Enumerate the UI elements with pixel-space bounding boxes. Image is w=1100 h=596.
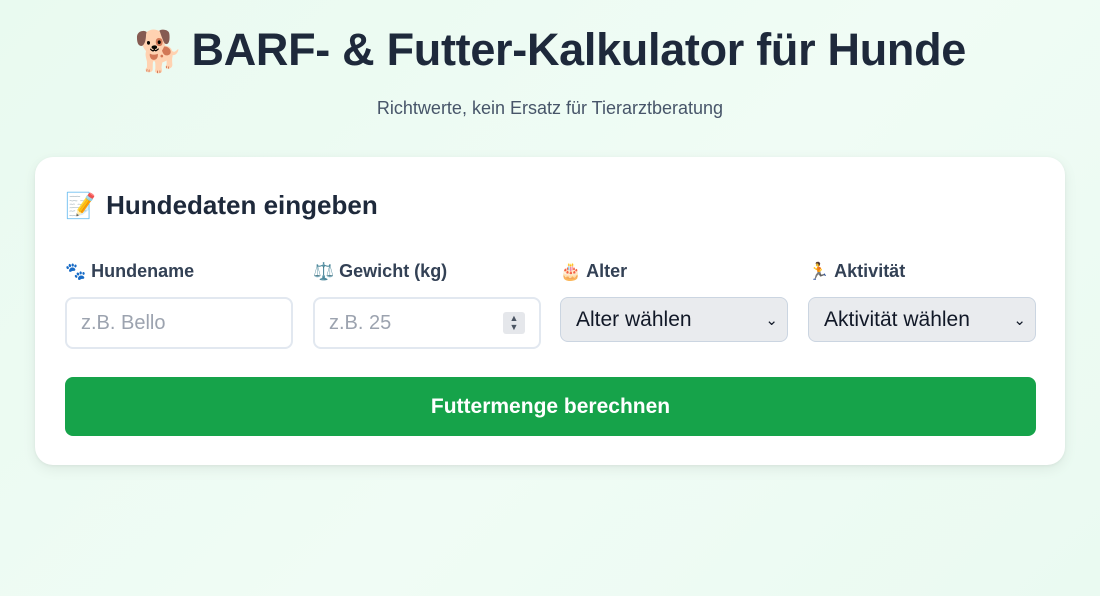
weight-placeholder: z.B. 25 (329, 312, 392, 334)
chevron-down-icon: ⌄ (1013, 312, 1026, 329)
activity-field-group: 🏃 Aktivität Aktivität wählen ⌄ (808, 258, 1036, 342)
page-header: 🐕 BARF- & Futter-Kalkulator für Hunde Ric… (0, 22, 1100, 120)
paw-icon: 🐾 (65, 262, 87, 281)
scale-icon: ⚖️ (313, 262, 335, 281)
card-title: 📝 Hundedaten eingeben (65, 187, 378, 224)
calculate-button[interactable]: Futtermenge berechnen (65, 377, 1036, 436)
page-title: 🐕 BARF- & Futter-Kalkulator für Hunde (0, 22, 1100, 80)
name-field-group: 🐾 Hundename z.B. Bello (65, 258, 293, 349)
card-title-text: Hundedaten eingeben (106, 190, 378, 220)
name-label-text: Hundename (91, 261, 195, 281)
dog-data-card: 📝 Hundedaten eingeben 🐾 Hundename z.B. Bel… (35, 157, 1065, 465)
page-subtitle: Richtwerte, kein Ersatz für Tierarztbera… (376, 98, 724, 118)
page-title-text: BARF- & Futter-Kalkulator für Hunde (191, 24, 967, 75)
age-field-group: 🎂 Alter Alter wählen ⌄ (560, 258, 788, 342)
weight-input[interactable]: z.B. 25 ▲ ▼ (313, 297, 541, 349)
name-input[interactable]: z.B. Bello (65, 297, 293, 349)
weight-field-group: ⚖️ Gewicht (kg) z.B. 25 ▲ ▼ (313, 258, 541, 349)
cake-icon: 🎂 (560, 262, 582, 281)
activity-selected-value: Aktivität wählen (824, 308, 970, 331)
activity-label: 🏃 Aktivität (808, 258, 1036, 284)
name-label: 🐾 Hundename (65, 258, 293, 284)
chevron-down-icon: ⌄ (765, 312, 778, 329)
weight-label-text: Gewicht (kg) (339, 261, 448, 281)
activity-label-text: Aktivität (834, 261, 906, 281)
memo-icon: 📝 (65, 192, 97, 220)
age-label-text: Alter (586, 261, 628, 281)
age-select[interactable]: Alter wählen ⌄ (560, 297, 788, 342)
age-selected-value: Alter wählen (576, 308, 692, 331)
runner-icon: 🏃 (808, 262, 830, 281)
number-spinner-icon[interactable]: ▲ ▼ (503, 312, 525, 334)
activity-select[interactable]: Aktivität wählen ⌄ (808, 297, 1036, 342)
age-label: 🎂 Alter (560, 258, 788, 284)
dog-icon: 🐕 (134, 30, 184, 74)
weight-label: ⚖️ Gewicht (kg) (313, 258, 541, 284)
